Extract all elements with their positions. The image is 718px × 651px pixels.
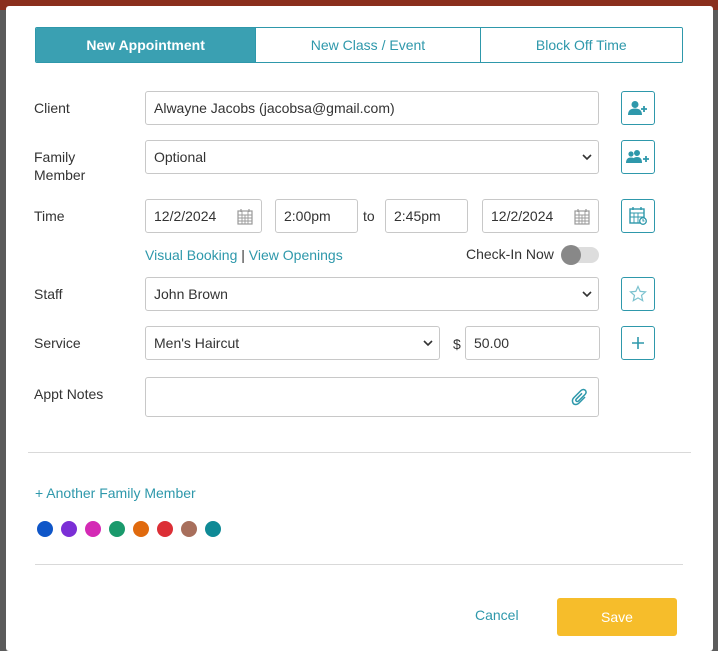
check-in-label: Check-In Now — [466, 246, 554, 262]
color-swatch-blue[interactable] — [37, 521, 53, 537]
color-swatch-red[interactable] — [157, 521, 173, 537]
color-swatch-teal[interactable] — [205, 521, 221, 537]
color-swatch-magenta[interactable] — [85, 521, 101, 537]
service-select[interactable]: Men's Haircut — [145, 326, 440, 360]
service-label: Service — [34, 335, 81, 351]
add-another-family-member-link[interactable]: + Another Family Member — [35, 485, 196, 501]
check-in-toggle[interactable] — [561, 245, 599, 265]
appointment-type-tabs: New Appointment New Class / Event Block … — [35, 27, 683, 63]
color-swatch-green[interactable] — [109, 521, 125, 537]
end-time-value: 2:45pm — [394, 208, 441, 224]
tab-new-class-event[interactable]: New Class / Event — [256, 28, 481, 62]
cancel-button[interactable]: Cancel — [475, 607, 519, 623]
color-swatch-orange[interactable] — [133, 521, 149, 537]
add-user-icon — [628, 101, 647, 115]
price-value: 50.00 — [474, 335, 510, 351]
currency-symbol: $ — [453, 336, 461, 352]
client-value: Alwayne Jacobs (jacobsa@gmail.com) — [154, 100, 395, 116]
appt-notes-input[interactable] — [145, 377, 599, 417]
new-appointment-dialog: New Appointment New Class / Event Block … — [6, 6, 713, 651]
time-to-label: to — [363, 208, 375, 224]
color-swatch-purple[interactable] — [61, 521, 77, 537]
calendar-repeat-icon — [629, 207, 647, 225]
client-label: Client — [34, 100, 70, 116]
family-member-label: Family Member — [34, 149, 86, 183]
chevron-down-icon — [582, 291, 592, 298]
chevron-down-icon — [423, 340, 433, 347]
add-service-button[interactable] — [621, 326, 655, 360]
appt-notes-label: Appt Notes — [34, 386, 104, 402]
time-label: Time — [34, 208, 65, 224]
save-button[interactable]: Save — [557, 598, 677, 636]
start-time-input[interactable]: 2:00pm — [275, 199, 358, 233]
start-time-value: 2:00pm — [284, 208, 331, 224]
view-openings-link[interactable]: View Openings — [249, 247, 343, 263]
color-swatch-brown[interactable] — [181, 521, 197, 537]
staff-value: John Brown — [154, 286, 228, 302]
recurring-calendar-button[interactable] — [621, 199, 655, 233]
booking-links: Visual Booking | View Openings — [145, 247, 343, 263]
add-client-button[interactable] — [621, 91, 655, 125]
start-date-value: 12/2/2024 — [154, 208, 217, 224]
start-date-input[interactable]: 12/2/2024 — [145, 199, 262, 233]
add-group-icon — [626, 150, 649, 163]
section-divider — [28, 452, 691, 453]
end-time-input[interactable]: 2:45pm — [385, 199, 468, 233]
link-separator: | — [241, 247, 245, 263]
staff-select[interactable]: John Brown — [145, 277, 599, 311]
visual-booking-link[interactable]: Visual Booking — [145, 247, 237, 263]
chevron-down-icon — [582, 154, 592, 161]
price-input[interactable]: 50.00 — [465, 326, 600, 360]
paperclip-icon[interactable] — [571, 388, 589, 408]
calendar-icon — [237, 209, 253, 225]
favorite-staff-button[interactable] — [621, 277, 655, 311]
add-family-button[interactable] — [621, 140, 655, 174]
family-member-select[interactable]: Optional — [145, 140, 599, 174]
tab-block-off-time[interactable]: Block Off Time — [480, 28, 682, 62]
calendar-icon — [574, 209, 590, 225]
client-input[interactable]: Alwayne Jacobs (jacobsa@gmail.com) — [145, 91, 599, 125]
plus-icon — [632, 337, 644, 349]
staff-label: Staff — [34, 286, 63, 302]
service-value: Men's Haircut — [154, 335, 240, 351]
family-member-value: Optional — [154, 149, 207, 165]
footer-divider — [35, 564, 683, 565]
toggle-knob — [561, 245, 581, 265]
star-icon — [629, 285, 647, 302]
end-date-value: 12/2/2024 — [491, 208, 554, 224]
tab-new-appointment[interactable]: New Appointment — [36, 28, 257, 62]
end-date-input[interactable]: 12/2/2024 — [482, 199, 599, 233]
